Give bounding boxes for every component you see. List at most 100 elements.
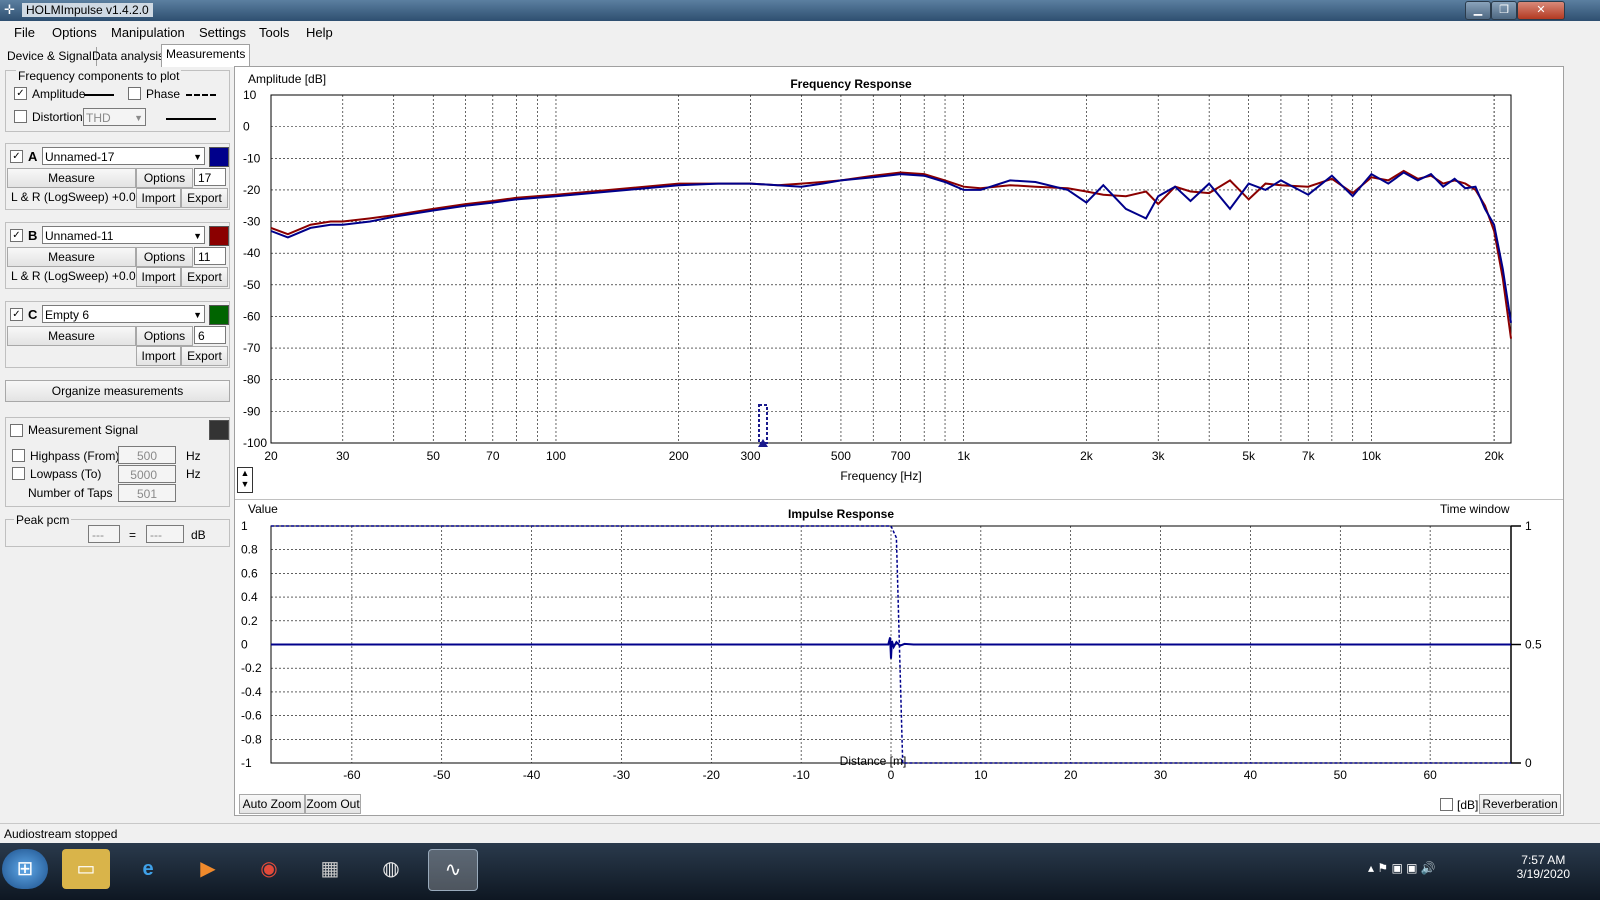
menu-manipulation[interactable]: Manipulation — [111, 25, 185, 40]
measurement-b-color[interactable] — [209, 226, 229, 246]
impulse-x-tick-label: -50 — [433, 768, 451, 782]
status-bar: Audiostream stopped — [0, 823, 1600, 844]
measurement-c-color[interactable] — [209, 305, 229, 325]
measurement-b-number[interactable]: 11 — [194, 247, 226, 265]
tab-data-analysis[interactable]: Data analysis — [88, 47, 170, 66]
amplitude-label: Amplitude — [32, 87, 86, 101]
measurement-c-export-button[interactable]: Export — [181, 346, 228, 366]
phase-label: Phase — [146, 87, 181, 101]
clock[interactable]: 7:57 AM 3/19/2020 — [1517, 853, 1570, 881]
menu-options[interactable]: Options — [52, 25, 97, 40]
measurement-a-options-button[interactable]: Options — [136, 168, 193, 188]
distortion-label: Distortion — [32, 110, 83, 124]
measurement-c-name: Empty 6 — [45, 308, 90, 322]
clock-date: 3/19/2020 — [1516, 867, 1570, 881]
speaker-app-icon[interactable]: ◍ — [367, 849, 415, 889]
peak-unit: dB — [191, 528, 206, 542]
holmimpulse-taskbar-icon[interactable]: ∿ — [428, 849, 478, 891]
phase-checkbox[interactable] — [128, 87, 141, 100]
measurement-signal-panel: Measurement Signal Highpass (From) 500 H… — [5, 417, 230, 507]
auto-zoom-button[interactable]: Auto Zoom — [239, 794, 305, 814]
measurement-a-number[interactable]: 17 — [194, 168, 226, 186]
measurement-b-checkbox[interactable]: ✓ — [10, 229, 23, 242]
peak-equals: = — [129, 528, 137, 542]
measurement-b-options-button[interactable]: Options — [136, 247, 193, 267]
measurement-a-select[interactable]: Unnamed-17 ▼ — [42, 147, 205, 165]
impulse-right-tick-label: 0.5 — [1525, 638, 1542, 652]
menu-help[interactable]: Help — [306, 25, 333, 40]
distortion-checkbox[interactable] — [14, 110, 27, 123]
measurement-a-export-button[interactable]: Export — [181, 188, 228, 208]
measurement-a-info: L & R (LogSweep) +0.0dB — [11, 190, 151, 204]
measurement-b-select[interactable]: Unnamed-11 ▼ — [42, 226, 205, 244]
impulse-right-label: Time window — [1440, 502, 1510, 516]
app-icon: ✛ — [4, 2, 15, 17]
zoom-out-button[interactable]: Zoom Out — [305, 794, 361, 814]
highpass-input[interactable]: 500 — [118, 446, 176, 464]
media-player-icon[interactable]: ▶ — [184, 849, 232, 889]
measurement-a-color[interactable] — [209, 147, 229, 167]
impulse-y-tick-label: 0.8 — [241, 543, 258, 557]
reverberation-button[interactable]: Reverberation — [1479, 794, 1561, 814]
freq-x-tick-label: 2k — [1080, 449, 1094, 463]
menu-settings[interactable]: Settings — [199, 25, 246, 40]
peak-pcm-label: Peak pcm — [14, 513, 72, 527]
menu-bar: File Options Manipulation Settings Tools… — [0, 21, 1600, 43]
measurement-c-measure-button[interactable]: Measure — [7, 326, 136, 346]
measurement-a-measure-button[interactable]: Measure — [7, 168, 136, 188]
measurement-signal-color[interactable] — [209, 420, 229, 440]
graph-area: Frequency Response Amplitude [dB] Freque… — [234, 66, 1564, 816]
menu-tools[interactable]: Tools — [259, 25, 289, 40]
scroll-updown-icon[interactable]: ▲ ▼ — [237, 467, 253, 493]
measurement-c-number[interactable]: 6 — [194, 326, 226, 344]
measurement-b-import-button[interactable]: Import — [136, 267, 181, 287]
freq-series-1 — [270, 171, 1512, 323]
internet-explorer-icon[interactable]: e — [124, 849, 172, 889]
menu-file[interactable]: File — [14, 25, 35, 40]
db-checkbox[interactable] — [1440, 798, 1453, 811]
measurement-a-checkbox[interactable]: ✓ — [10, 150, 23, 163]
amplitude-line-style — [84, 94, 114, 96]
measurement-c-letter: C — [28, 307, 38, 322]
app-window-icon[interactable]: ▦ — [306, 849, 354, 889]
freq-y-tick-label: -30 — [243, 215, 261, 229]
freq-x-tick-label: 100 — [546, 449, 566, 463]
organize-measurements-button[interactable]: Organize measurements — [5, 380, 230, 402]
measurement-b-measure-button[interactable]: Measure — [7, 247, 136, 267]
measurement-b-export-button[interactable]: Export — [181, 267, 228, 287]
minimize-icon[interactable]: ▁ — [1465, 1, 1491, 20]
measurement-b-number-value: 11 — [198, 250, 211, 264]
tab-device-signal[interactable]: Device & Signal — [3, 47, 97, 66]
impulse-x-label: Distance [m] — [840, 754, 907, 768]
impulse-y-tick-label: 0.2 — [241, 614, 258, 628]
tab-measurements[interactable]: Measurements — [161, 44, 251, 67]
measurement-c-select[interactable]: Empty 6 ▼ — [42, 305, 205, 323]
impulse-chart-title: Impulse Response — [788, 507, 894, 521]
lowpass-unit: Hz — [186, 467, 201, 481]
lowpass-value: 5000 — [130, 468, 157, 482]
highpass-checkbox[interactable] — [12, 449, 25, 462]
amplitude-checkbox[interactable]: ✓ — [14, 87, 27, 100]
measurement-c-options-button[interactable]: Options — [136, 326, 193, 346]
file-explorer-icon[interactable]: ▭ — [62, 849, 110, 889]
lowpass-input[interactable]: 5000 — [118, 465, 176, 483]
close-icon[interactable]: ✕ — [1517, 1, 1565, 20]
impulse-y-tick-label: -1 — [241, 756, 252, 770]
measurement-a-import-button[interactable]: Import — [136, 188, 181, 208]
freq-x-tick-label: 200 — [669, 449, 689, 463]
chrome-icon[interactable]: ◉ — [245, 849, 293, 889]
measurement-c-import-button[interactable]: Import — [136, 346, 181, 366]
impulse-y-tick-label: 1 — [241, 519, 248, 533]
maximize-icon[interactable]: ❐ — [1491, 1, 1517, 20]
impulse-series-line — [271, 637, 1511, 659]
impulse-y-tick-label: 0.6 — [241, 566, 258, 580]
measurement-signal-checkbox[interactable] — [10, 424, 23, 437]
taps-input[interactable]: 501 — [118, 484, 176, 502]
tray-icons[interactable]: ▴ ⚑ ▣ ▣ 🔊 — [1368, 861, 1436, 875]
lowpass-checkbox[interactable] — [12, 467, 25, 480]
start-button-icon[interactable]: ⊞ — [2, 849, 48, 889]
frequency-response-chart[interactable]: Frequency Response Amplitude [dB] Freque… — [235, 67, 1563, 499]
impulse-response-chart[interactable]: Impulse Response Value Time window Dista… — [235, 500, 1563, 785]
measurement-c-checkbox[interactable]: ✓ — [10, 308, 23, 321]
distortion-select[interactable]: THD ▼ — [83, 108, 146, 126]
